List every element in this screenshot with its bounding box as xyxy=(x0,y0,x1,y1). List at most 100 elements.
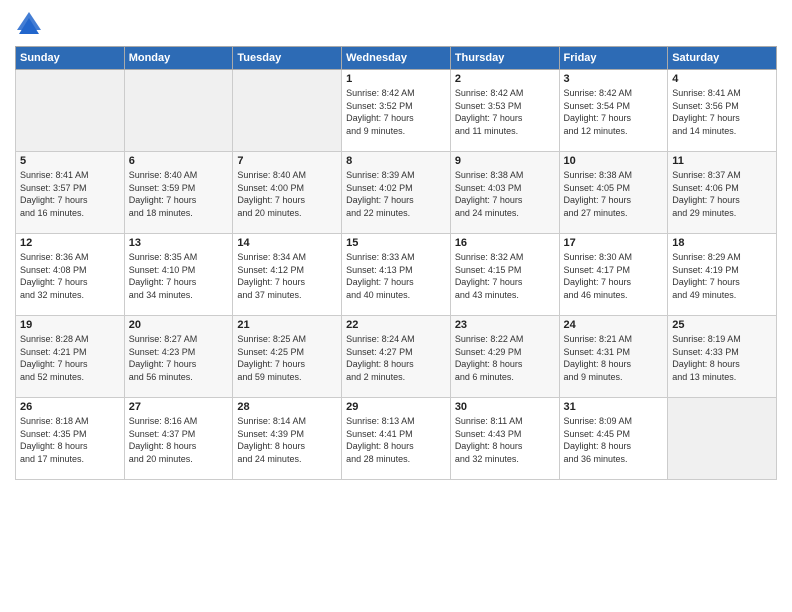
calendar-cell: 18 Sunrise: 8:29 AM Sunset: 4:19 PM Dayli… xyxy=(668,234,777,316)
calendar-cell: 16 Sunrise: 8:32 AM Sunset: 4:15 PM Dayli… xyxy=(450,234,559,316)
calendar-cell: 26Sunrise: 8:18 AM Sunset: 4:35 PM Dayli… xyxy=(16,398,125,480)
day-number: 12 xyxy=(20,237,120,249)
day-number: 2 xyxy=(455,73,555,85)
day-info: Sunrise: 8:37 AM Sunset: 4:06 PM Dayligh… xyxy=(672,169,772,219)
day-number: 23 xyxy=(455,319,555,331)
day-info: Sunrise: 8:41 AM Sunset: 3:56 PM Dayligh… xyxy=(672,87,772,137)
logo xyxy=(15,10,47,38)
calendar-cell: 23 Sunrise: 8:22 AM Sunset: 4:29 PM Dayli… xyxy=(450,316,559,398)
day-info: Sunrise: 8:14 AM Sunset: 4:39 PM Dayligh… xyxy=(237,415,337,465)
calendar-cell xyxy=(124,70,233,152)
day-number: 28 xyxy=(237,401,337,413)
day-info: Sunrise: 8:22 AM Sunset: 4:29 PM Dayligh… xyxy=(455,333,555,383)
day-info: Sunrise: 8:29 AM Sunset: 4:19 PM Dayligh… xyxy=(672,251,772,301)
day-number: 11 xyxy=(672,155,772,167)
day-number: 9 xyxy=(455,155,555,167)
calendar-cell: 1 Sunrise: 8:42 AM Sunset: 3:52 PM Daylig… xyxy=(342,70,451,152)
day-info: Sunrise: 8:40 AM Sunset: 4:00 PM Dayligh… xyxy=(237,169,337,219)
day-info: Sunrise: 8:34 AM Sunset: 4:12 PM Dayligh… xyxy=(237,251,337,301)
day-info: Sunrise: 8:33 AM Sunset: 4:13 PM Dayligh… xyxy=(346,251,446,301)
day-number: 24 xyxy=(564,319,664,331)
calendar-cell: 21 Sunrise: 8:25 AM Sunset: 4:25 PM Dayli… xyxy=(233,316,342,398)
day-number: 17 xyxy=(564,237,664,249)
day-info: Sunrise: 8:25 AM Sunset: 4:25 PM Dayligh… xyxy=(237,333,337,383)
day-number: 5 xyxy=(20,155,120,167)
calendar-cell xyxy=(233,70,342,152)
calendar-cell: 7 Sunrise: 8:40 AM Sunset: 4:00 PM Daylig… xyxy=(233,152,342,234)
calendar-week-row: 19 Sunrise: 8:28 AM Sunset: 4:21 PM Dayli… xyxy=(16,316,777,398)
calendar-week-row: 12 Sunrise: 8:36 AM Sunset: 4:08 PM Dayli… xyxy=(16,234,777,316)
calendar-cell: 31 Sunrise: 8:09 AM Sunset: 4:45 PM Dayli… xyxy=(559,398,668,480)
day-info: Sunrise: 8:24 AM Sunset: 4:27 PM Dayligh… xyxy=(346,333,446,383)
day-number: 3 xyxy=(564,73,664,85)
calendar-cell: 5 Sunrise: 8:41 AM Sunset: 3:57 PM Daylig… xyxy=(16,152,125,234)
day-info: Sunrise: 8:18 AM Sunset: 4:35 PM Dayligh… xyxy=(20,415,120,465)
day-info: Sunrise: 8:41 AM Sunset: 3:57 PM Dayligh… xyxy=(20,169,120,219)
day-info: Sunrise: 8:42 AM Sunset: 3:53 PM Dayligh… xyxy=(455,87,555,137)
calendar: SundayMondayTuesdayWednesdayThursdayFrid… xyxy=(15,46,777,480)
day-info: Sunrise: 8:09 AM Sunset: 4:45 PM Dayligh… xyxy=(564,415,664,465)
day-number: 14 xyxy=(237,237,337,249)
day-info: Sunrise: 8:36 AM Sunset: 4:08 PM Dayligh… xyxy=(20,251,120,301)
calendar-cell: 12 Sunrise: 8:36 AM Sunset: 4:08 PM Dayli… xyxy=(16,234,125,316)
calendar-header-saturday: Saturday xyxy=(668,47,777,70)
day-number: 4 xyxy=(672,73,772,85)
day-number: 6 xyxy=(129,155,229,167)
calendar-cell xyxy=(16,70,125,152)
calendar-week-row: 26Sunrise: 8:18 AM Sunset: 4:35 PM Dayli… xyxy=(16,398,777,480)
calendar-cell: 10 Sunrise: 8:38 AM Sunset: 4:05 PM Dayli… xyxy=(559,152,668,234)
calendar-cell: 6 Sunrise: 8:40 AM Sunset: 3:59 PM Daylig… xyxy=(124,152,233,234)
day-info: Sunrise: 8:28 AM Sunset: 4:21 PM Dayligh… xyxy=(20,333,120,383)
day-info: Sunrise: 8:11 AM Sunset: 4:43 PM Dayligh… xyxy=(455,415,555,465)
day-info: Sunrise: 8:30 AM Sunset: 4:17 PM Dayligh… xyxy=(564,251,664,301)
calendar-cell: 29 Sunrise: 8:13 AM Sunset: 4:41 PM Dayli… xyxy=(342,398,451,480)
day-number: 7 xyxy=(237,155,337,167)
calendar-header-friday: Friday xyxy=(559,47,668,70)
calendar-cell: 11 Sunrise: 8:37 AM Sunset: 4:06 PM Dayli… xyxy=(668,152,777,234)
day-number: 18 xyxy=(672,237,772,249)
calendar-cell: 2 Sunrise: 8:42 AM Sunset: 3:53 PM Daylig… xyxy=(450,70,559,152)
day-number: 15 xyxy=(346,237,446,249)
day-number: 31 xyxy=(564,401,664,413)
calendar-cell: 9 Sunrise: 8:38 AM Sunset: 4:03 PM Daylig… xyxy=(450,152,559,234)
day-number: 27 xyxy=(129,401,229,413)
calendar-cell: 28 Sunrise: 8:14 AM Sunset: 4:39 PM Dayli… xyxy=(233,398,342,480)
day-info: Sunrise: 8:13 AM Sunset: 4:41 PM Dayligh… xyxy=(346,415,446,465)
header xyxy=(15,10,777,38)
logo-icon xyxy=(15,10,43,38)
day-info: Sunrise: 8:32 AM Sunset: 4:15 PM Dayligh… xyxy=(455,251,555,301)
day-info: Sunrise: 8:35 AM Sunset: 4:10 PM Dayligh… xyxy=(129,251,229,301)
day-number: 10 xyxy=(564,155,664,167)
day-number: 19 xyxy=(20,319,120,331)
day-number: 13 xyxy=(129,237,229,249)
day-number: 29 xyxy=(346,401,446,413)
day-number: 30 xyxy=(455,401,555,413)
day-info: Sunrise: 8:38 AM Sunset: 4:05 PM Dayligh… xyxy=(564,169,664,219)
calendar-week-row: 5 Sunrise: 8:41 AM Sunset: 3:57 PM Daylig… xyxy=(16,152,777,234)
calendar-cell: 17 Sunrise: 8:30 AM Sunset: 4:17 PM Dayli… xyxy=(559,234,668,316)
calendar-cell: 15 Sunrise: 8:33 AM Sunset: 4:13 PM Dayli… xyxy=(342,234,451,316)
calendar-cell: 22 Sunrise: 8:24 AM Sunset: 4:27 PM Dayli… xyxy=(342,316,451,398)
calendar-cell: 25 Sunrise: 8:19 AM Sunset: 4:33 PM Dayli… xyxy=(668,316,777,398)
day-number: 22 xyxy=(346,319,446,331)
day-number: 20 xyxy=(129,319,229,331)
calendar-header-monday: Monday xyxy=(124,47,233,70)
day-info: Sunrise: 8:38 AM Sunset: 4:03 PM Dayligh… xyxy=(455,169,555,219)
day-info: Sunrise: 8:42 AM Sunset: 3:52 PM Dayligh… xyxy=(346,87,446,137)
calendar-cell xyxy=(668,398,777,480)
calendar-cell: 20 Sunrise: 8:27 AM Sunset: 4:23 PM Dayli… xyxy=(124,316,233,398)
day-info: Sunrise: 8:16 AM Sunset: 4:37 PM Dayligh… xyxy=(129,415,229,465)
day-number: 1 xyxy=(346,73,446,85)
calendar-week-row: 1 Sunrise: 8:42 AM Sunset: 3:52 PM Daylig… xyxy=(16,70,777,152)
calendar-cell: 4 Sunrise: 8:41 AM Sunset: 3:56 PM Daylig… xyxy=(668,70,777,152)
day-info: Sunrise: 8:40 AM Sunset: 3:59 PM Dayligh… xyxy=(129,169,229,219)
day-number: 21 xyxy=(237,319,337,331)
day-info: Sunrise: 8:42 AM Sunset: 3:54 PM Dayligh… xyxy=(564,87,664,137)
day-number: 25 xyxy=(672,319,772,331)
day-number: 16 xyxy=(455,237,555,249)
calendar-header-thursday: Thursday xyxy=(450,47,559,70)
calendar-cell: 24Sunrise: 8:21 AM Sunset: 4:31 PM Dayli… xyxy=(559,316,668,398)
calendar-cell: 30 Sunrise: 8:11 AM Sunset: 4:43 PM Dayli… xyxy=(450,398,559,480)
day-info: Sunrise: 8:19 AM Sunset: 4:33 PM Dayligh… xyxy=(672,333,772,383)
day-info: Sunrise: 8:27 AM Sunset: 4:23 PM Dayligh… xyxy=(129,333,229,383)
